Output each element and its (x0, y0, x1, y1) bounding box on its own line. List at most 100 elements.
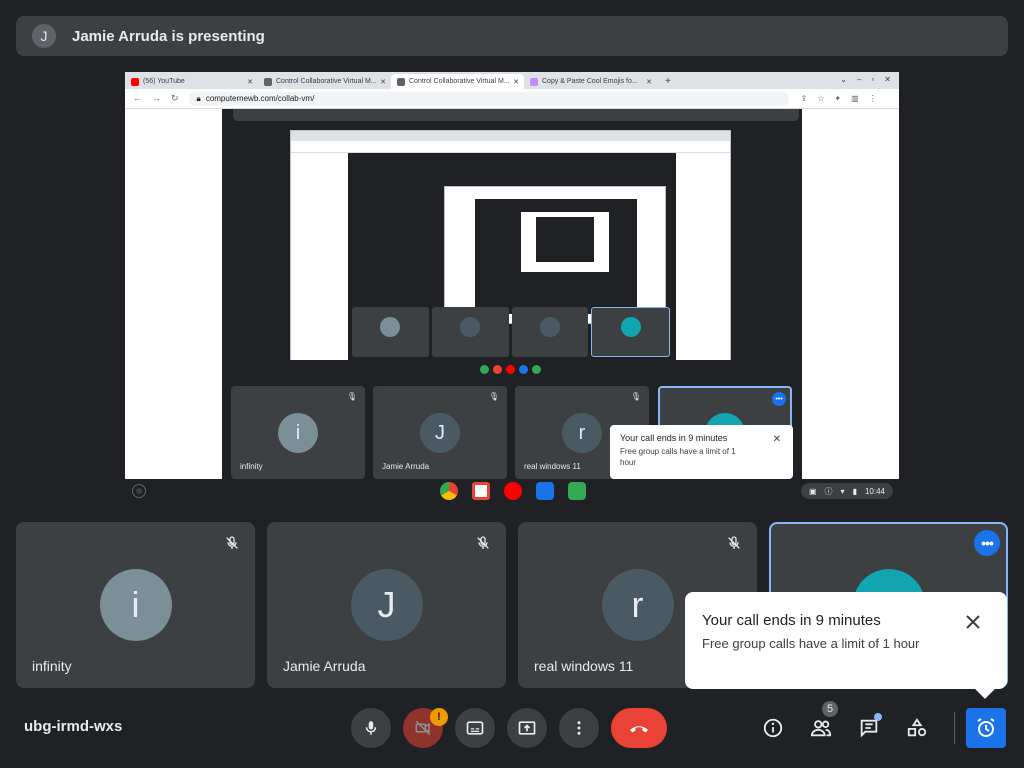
emoji-favicon-icon (530, 77, 538, 86)
nested-tile (352, 307, 429, 357)
participant-name: Jamie Arruda (382, 462, 430, 471)
tab-label: Control Collaborative Virtual M... (276, 78, 377, 85)
avatar: J (420, 413, 460, 453)
menu-icon[interactable]: ⋮ (869, 94, 877, 103)
gmail-icon (472, 482, 490, 500)
call-timer-button[interactable] (966, 708, 1006, 748)
launcher-icon (133, 485, 145, 497)
nested-tiles (352, 307, 670, 357)
avatar: r (562, 413, 602, 453)
close-icon[interactable]: ✕ (247, 78, 253, 86)
screen-capture-icon: ▣ (808, 486, 817, 496)
presenting-banner: J Jamie Arruda is presenting (16, 16, 1008, 56)
avatar: J (350, 569, 423, 641)
toast-title: Your call ends in 9 minutes (620, 433, 728, 443)
lock-icon: 🔒︎ (196, 93, 201, 103)
restore-icon[interactable]: ▫ (871, 75, 874, 84)
nested-screen-3 (521, 212, 609, 272)
url-text: computernewb.com/collab-vm/ (205, 94, 315, 103)
info-icon: ⓘ (824, 486, 833, 496)
close-icon[interactable]: ✕ (513, 78, 519, 86)
activities-icon (907, 718, 927, 737)
youtube-favicon-icon (131, 77, 139, 86)
presenting-text: Jamie Arruda is presenting (72, 27, 265, 45)
system-tray: ▣ ⓘ ▾ ▮ 10:44 (800, 483, 893, 499)
nested-shelf (290, 360, 731, 378)
files-icon (536, 482, 554, 500)
toast-body: Free group calls have a limit of 1 hour (702, 636, 920, 651)
participant-name: Jamie Arruda (283, 658, 366, 674)
extensions-icon[interactable]: ✦ (834, 94, 841, 103)
mic-off-icon: 🎙︎ (346, 392, 357, 401)
site-favicon-icon (397, 77, 405, 86)
browser-tab-bar: (56) YouTube ✕ Control Collaborative Virt… (125, 72, 899, 89)
activities-button[interactable] (903, 714, 931, 742)
meeting-details-button[interactable] (759, 714, 787, 742)
wifi-icon: ▾ (840, 486, 845, 496)
nested-tile (591, 307, 670, 357)
participant-tile[interactable]: J Jamie Arruda (267, 522, 506, 688)
alarm-icon (977, 718, 995, 737)
chrome-icon (440, 482, 458, 500)
minimize-icon[interactable]: – (857, 75, 861, 84)
microphone-button[interactable] (351, 708, 391, 748)
close-icon: ✕ (772, 434, 781, 445)
browser-tab[interactable]: Control Collaborative Virtual M... ✕ (258, 74, 391, 89)
call-limit-toast: Your call ends in 9 minutes Free group c… (685, 592, 1007, 699)
present-button[interactable] (507, 708, 547, 748)
browser-toolbar: ← → ↻ 🔒︎ computernewb.com/collab-vm/ ⇪ ☆ … (125, 89, 899, 109)
mic-off-icon (470, 530, 496, 556)
close-icon[interactable] (961, 610, 985, 634)
shared-screen: (56) YouTube ✕ Control Collaborative Virt… (125, 72, 899, 503)
more-vert-icon (577, 721, 581, 735)
tab-label: Control Collaborative Virtual M... (409, 78, 510, 85)
camera-warning-badge: ! (430, 708, 448, 726)
tab-label: (56) YouTube (143, 78, 185, 85)
new-tab-icon[interactable]: + (665, 76, 671, 87)
close-icon[interactable]: ✕ (646, 78, 652, 86)
youtube-icon (504, 482, 522, 500)
participant-name: real windows 11 (524, 462, 581, 471)
controls-divider (954, 712, 955, 744)
participant-name: infinity (32, 658, 72, 674)
battery-icon: ▮ (852, 486, 857, 496)
more-options-button[interactable] (559, 708, 599, 748)
presentation-tile: 🎙︎ J Jamie Arruda (373, 386, 507, 479)
avatar: r (601, 569, 674, 641)
meeting-code: ubg-irmd-wxs (24, 718, 123, 735)
reload-icon[interactable]: ↻ (171, 93, 179, 104)
participant-name: infinity (240, 462, 263, 471)
star-icon[interactable]: ☆ (817, 94, 824, 103)
camera-off-icon (415, 720, 431, 736)
mic-off-icon (721, 530, 747, 556)
tab-label: Copy & Paste Cool Emojis fo... (542, 78, 638, 85)
mic-icon (365, 721, 377, 735)
captions-icon (466, 721, 484, 735)
address-bar[interactable]: 🔒︎ computernewb.com/collab-vm/ (188, 91, 789, 106)
chevron-down-icon[interactable]: ⌄ (840, 75, 847, 84)
leave-call-button[interactable] (611, 708, 667, 748)
close-icon[interactable]: ✕ (884, 75, 891, 84)
captions-button[interactable] (455, 708, 495, 748)
mic-off-icon: 🎙︎ (630, 392, 641, 401)
nested-tile (511, 307, 589, 357)
browser-tab[interactable]: (56) YouTube ✕ (125, 74, 258, 89)
browser-tab-active[interactable]: Control Collaborative Virtual M... ✕ (391, 74, 524, 89)
close-icon[interactable]: ✕ (380, 78, 386, 86)
browser-tab[interactable]: Copy & Paste Cool Emojis fo... ✕ (524, 74, 657, 89)
back-icon[interactable]: ← (133, 93, 142, 104)
avatar: i (278, 413, 318, 453)
share-icon[interactable]: ⇪ (801, 94, 808, 103)
more-options-icon[interactable]: ••• (974, 530, 1000, 556)
forward-icon[interactable]: → (152, 93, 161, 104)
toast-title: Your call ends in 9 minutes (702, 612, 881, 629)
participant-count-badge: 5 (820, 699, 840, 719)
presenter-avatar: J (32, 24, 56, 48)
participant-tile[interactable]: i infinity (16, 522, 255, 688)
info-icon (763, 718, 783, 738)
window-controls: ⌄ – ▫ ✕ (840, 75, 891, 84)
avatar: i (99, 569, 172, 641)
presentation-call-limit-toast: Your call ends in 9 minutes Free group c… (610, 425, 793, 479)
nested-screen-2 (444, 186, 666, 324)
sidepanel-icon[interactable]: ▥ (851, 94, 859, 103)
